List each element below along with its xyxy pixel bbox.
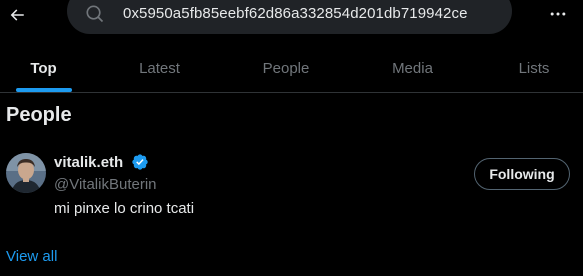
- tab-label: Top: [30, 59, 57, 77]
- top-bar: [0, 0, 583, 44]
- tab-label: Media: [392, 59, 433, 77]
- tab-media[interactable]: Media: [340, 44, 485, 92]
- active-tab-indicator: [16, 88, 72, 92]
- user-display-name[interactable]: vitalik.eth: [54, 154, 123, 171]
- user-cell[interactable]: vitalik.eth @VitalikButerin mi pinxe lo …: [0, 142, 583, 234]
- user-bio: mi pinxe lo crino tcati: [54, 200, 195, 217]
- back-button[interactable]: [0, 0, 34, 30]
- search-input[interactable]: [123, 0, 503, 26]
- following-button[interactable]: Following: [474, 158, 570, 190]
- tab-latest[interactable]: Latest: [87, 44, 232, 92]
- search-results-page: Top Latest People Media Lists People: [0, 0, 583, 276]
- avatar[interactable]: [6, 153, 46, 193]
- tab-top[interactable]: Top: [0, 44, 87, 92]
- verified-badge-icon: [132, 154, 148, 170]
- more-options-button[interactable]: [540, 0, 576, 28]
- user-handle[interactable]: @VitalikButerin: [54, 176, 157, 193]
- tab-people[interactable]: People: [232, 44, 340, 92]
- tab-label: Lists: [518, 59, 550, 77]
- tab-label: People: [262, 59, 310, 77]
- search-box[interactable]: [67, 0, 512, 34]
- search-icon: [86, 5, 104, 23]
- view-all-link[interactable]: View all: [6, 248, 57, 265]
- arrow-left-icon: [10, 9, 24, 21]
- tab-label: Latest: [139, 59, 180, 77]
- search-tabs: Top Latest People Media Lists: [0, 44, 583, 93]
- avatar-image: [6, 153, 46, 193]
- section-title: People: [6, 104, 72, 126]
- ellipsis-icon: [550, 12, 566, 16]
- tab-lists[interactable]: Lists: [485, 44, 583, 92]
